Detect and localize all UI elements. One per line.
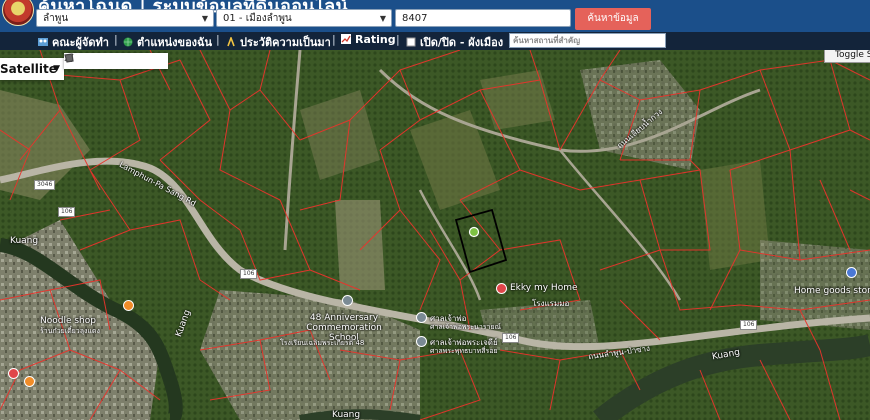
menu-item-history[interactable]: ประวัติความเป็นมา — [226, 33, 331, 51]
place-label: โรงเรียนเฉลิมพระเกียรติ 48 — [280, 339, 365, 347]
shop-pin-icon[interactable] — [496, 283, 507, 294]
district-select[interactable]: 01 - เมืองลำพูน ▼ — [216, 9, 392, 27]
toggle-street-view-button[interactable]: Toggle St — [824, 50, 870, 63]
polygon-icon[interactable] — [64, 53, 74, 63]
menu-item-rating[interactable]: Rating — [341, 33, 396, 46]
temple-pin-icon[interactable] — [416, 336, 427, 347]
separator: | — [332, 33, 336, 46]
search-button[interactable]: ค้นหาข้อมูล — [575, 8, 651, 30]
place-label[interactable]: Home goods store — [794, 286, 870, 296]
department-logo — [2, 0, 34, 26]
restaurant-pin-icon[interactable] — [123, 300, 134, 311]
place-label[interactable]: Noodle shop — [40, 316, 96, 326]
route-shield: 106 — [740, 320, 758, 330]
temple-pin-icon[interactable] — [416, 312, 427, 323]
district-value: 01 - เมืองลำพูน — [223, 13, 292, 24]
chevron-down-icon: ▼ — [53, 64, 60, 74]
river-label: Kuang — [10, 236, 39, 246]
people-icon — [38, 38, 48, 46]
route-shield: 3046 — [34, 180, 56, 190]
satellite-imagery — [0, 50, 870, 420]
separator: | — [396, 33, 400, 46]
separator: | — [114, 33, 118, 46]
school-pin-icon[interactable] — [342, 295, 353, 306]
parcel-number-value: 8407 — [402, 13, 428, 24]
place-label: ศาลเจ้าพ่อพระนารายณ์ — [430, 323, 502, 331]
menu-item-my-location[interactable]: ตำแหน่งของฉัน — [123, 33, 212, 51]
menu-item-label: คณะผู้จัดทำ — [52, 36, 109, 49]
history-icon — [227, 37, 235, 47]
checkbox-icon[interactable] — [406, 37, 416, 47]
separator: | — [216, 33, 220, 46]
province-select[interactable]: ลำพูน ▼ — [36, 9, 214, 27]
chevron-down-icon: ▼ — [201, 14, 208, 23]
place-label: โรงแรมมอ — [532, 299, 570, 308]
parcel-number-input[interactable]: 8407 — [395, 9, 571, 27]
chart-icon — [341, 34, 351, 44]
shop-pin-icon[interactable] — [8, 368, 19, 379]
place-label[interactable]: Ekky my Home — [510, 283, 578, 293]
menu-item-city-plan-toggle[interactable]: เปิด/ปิด - ผังเมือง — [406, 33, 503, 51]
drawing-toolbar — [64, 53, 168, 69]
restaurant-pin-icon[interactable] — [24, 376, 35, 387]
maptype-select[interactable]: Satellite ▼ — [0, 58, 64, 80]
river-label: Kuang — [332, 410, 361, 420]
menu-bar: คณะผู้จัดทำ | ตำแหน่งของฉัน | ประวัติควา… — [0, 32, 870, 50]
route-shield: 106 — [58, 207, 76, 217]
menu-item-label: เปิด/ปิด - ผังเมือง — [420, 36, 504, 49]
landmark-search-input[interactable]: ค้นหาสถานที่สำคัญ — [509, 33, 666, 48]
menu-item-label: ประวัติความเป็นมา — [240, 36, 331, 49]
route-shield: 106 — [240, 269, 258, 279]
place-label: ศาลพระพุทธบาทสี่รอย — [430, 347, 498, 355]
map-view[interactable]: Satellite ▼ Toggle St Lamphun-Pa Sang Rd… — [0, 50, 870, 420]
province-value: ลำพูน — [43, 13, 69, 24]
globe-icon — [123, 37, 133, 47]
header-bar: ค้นหาโฉนด | ระบบข้อมูลที่ดินออนไลน์ ลำพู… — [0, 0, 870, 32]
menu-item-label: ตำแหน่งของฉัน — [137, 36, 213, 49]
route-shield: 106 — [502, 333, 520, 343]
menu-item-team[interactable]: คณะผู้จัดทำ — [38, 33, 109, 51]
place-label: ร้านก๋วยเตี๋ยวลุงแดง — [40, 327, 100, 335]
maptype-value: Satellite — [0, 62, 57, 76]
menu-item-label: Rating — [355, 33, 396, 46]
chevron-down-icon: ▼ — [379, 14, 386, 23]
selected-parcel-marker — [468, 226, 480, 238]
store-pin-icon[interactable] — [846, 267, 857, 278]
